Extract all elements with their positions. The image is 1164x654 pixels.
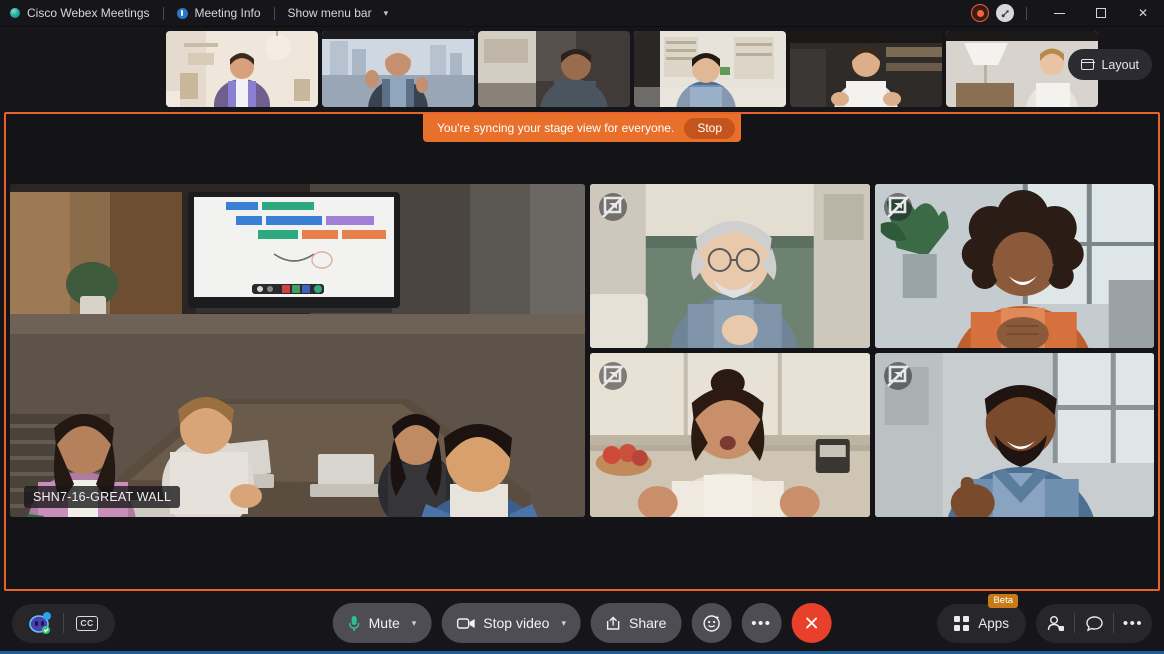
more-options-button[interactable]: ••• [741,603,782,643]
pin-to-stage-button[interactable] [599,362,627,390]
filmstrip-thumbnail[interactable] [166,30,318,107]
divider [1026,6,1027,20]
webex-assistant-icon [29,612,51,634]
window-controls: ✕ [971,0,1164,27]
left-controls-group: CC [12,603,115,643]
record-icon[interactable] [971,4,989,22]
chat-bubble-icon [1085,615,1103,631]
pin-to-stage-icon [602,196,624,218]
reactions-button[interactable] [691,603,732,643]
main-video-name-label: SHN7-16-GREAT WALL [24,486,181,508]
share-label: Share [629,615,667,631]
filmstrip-thumbnail[interactable] [634,30,786,107]
panel-more-button[interactable]: ••• [1114,604,1152,643]
webex-logo-icon [10,8,20,18]
stage-sync-banner: You're syncing your stage view for every… [423,114,741,142]
end-meeting-button[interactable] [791,603,832,643]
webex-meetings-window: Cisco Webex Meetings Meeting Info Show m… [0,0,1164,654]
right-controls-group: Beta Apps ••• [937,593,1152,643]
layout-icon [1081,59,1095,70]
pin-to-stage-icon [886,365,909,387]
center-controls-group: Mute ▾ Stop video ▾ Share ••• [332,603,832,643]
apps-grid-icon [954,615,970,631]
pin-to-stage-icon [602,365,624,387]
chevron-down-icon[interactable]: ▾ [561,618,566,629]
closed-captions-icon: CC [76,615,98,631]
chevron-down-icon[interactable]: ▾ [412,618,417,629]
layout-button[interactable]: Layout [1068,49,1152,80]
mute-button[interactable]: Mute ▾ [332,603,432,643]
apps-button[interactable]: Beta Apps [937,593,1026,643]
stop-video-label: Stop video [483,615,550,631]
chat-button[interactable] [1075,604,1113,643]
video-tile[interactable] [874,353,1154,517]
participants-button[interactable] [1036,604,1074,643]
minimize-button[interactable] [1038,0,1080,27]
filmstrip-thumbnail[interactable] [478,30,630,107]
divider [273,6,275,20]
reactions-smiley-icon [703,615,720,632]
meeting-info-label: Meeting Info [194,6,261,20]
filmstrip-track[interactable] [66,30,1098,107]
main-video-tile[interactable]: SHN7-16-GREAT WALL [10,184,585,517]
end-meeting-icon [805,617,817,629]
filmstrip-thumbnail[interactable] [322,30,474,107]
show-menu-bar-button[interactable]: Show menu bar ▾ [288,6,389,20]
divider [162,6,164,20]
meeting-info-button[interactable]: Meeting Info [176,6,261,20]
video-tile[interactable] [590,353,870,517]
video-layout: SHN7-16-GREAT WALL [10,184,1154,517]
closed-captions-button[interactable]: CC [64,606,110,641]
pin-to-stage-button[interactable] [883,362,912,390]
meeting-controls-bar: CC Mute ▾ Stop video ▾ Share ••• Beta Ap… [0,593,1164,651]
pin-to-stage-icon [886,196,909,218]
maximize-button[interactable] [1080,0,1122,27]
video-tile[interactable] [874,184,1154,348]
filmstrip-thumbnail[interactable] [790,30,942,107]
participant-filmstrip: Layout [0,27,1164,110]
video-tile[interactable] [590,184,870,348]
audio-connection-icon[interactable] [996,4,1014,22]
title-bar: Cisco Webex Meetings Meeting Info Show m… [0,0,1164,27]
share-screen-icon [607,616,620,630]
close-icon: ✕ [1137,6,1149,20]
participants-icon [1047,615,1064,631]
apps-label: Apps [978,615,1009,631]
pin-to-stage-button[interactable] [883,193,912,221]
close-button[interactable]: ✕ [1122,0,1164,27]
share-button[interactable]: Share [591,603,682,643]
webex-assistant-button[interactable] [17,606,63,641]
sync-message: You're syncing your stage view for every… [437,121,675,135]
app-title: Cisco Webex Meetings [10,6,150,20]
show-menu-bar-label: Show menu bar [287,6,372,20]
mute-label: Mute [368,615,400,631]
beta-badge: Beta [988,593,1018,608]
camera-icon [456,618,475,629]
stage-area: You're syncing your stage view for every… [4,112,1160,591]
layout-label: Layout [1101,57,1139,72]
stop-video-button[interactable]: Stop video ▾ [441,603,581,643]
info-icon [176,7,188,19]
microphone-icon [348,615,360,631]
panel-toggles-group: ••• [1036,603,1152,643]
pin-to-stage-button[interactable] [599,193,627,221]
video-grid [590,184,1154,517]
more-options-icon: ••• [751,614,772,632]
app-title-label: Cisco Webex Meetings [27,6,150,20]
more-options-icon: ••• [1122,614,1144,632]
stop-sync-button[interactable]: Stop [684,117,735,139]
chevron-down-icon: ▾ [383,7,389,18]
